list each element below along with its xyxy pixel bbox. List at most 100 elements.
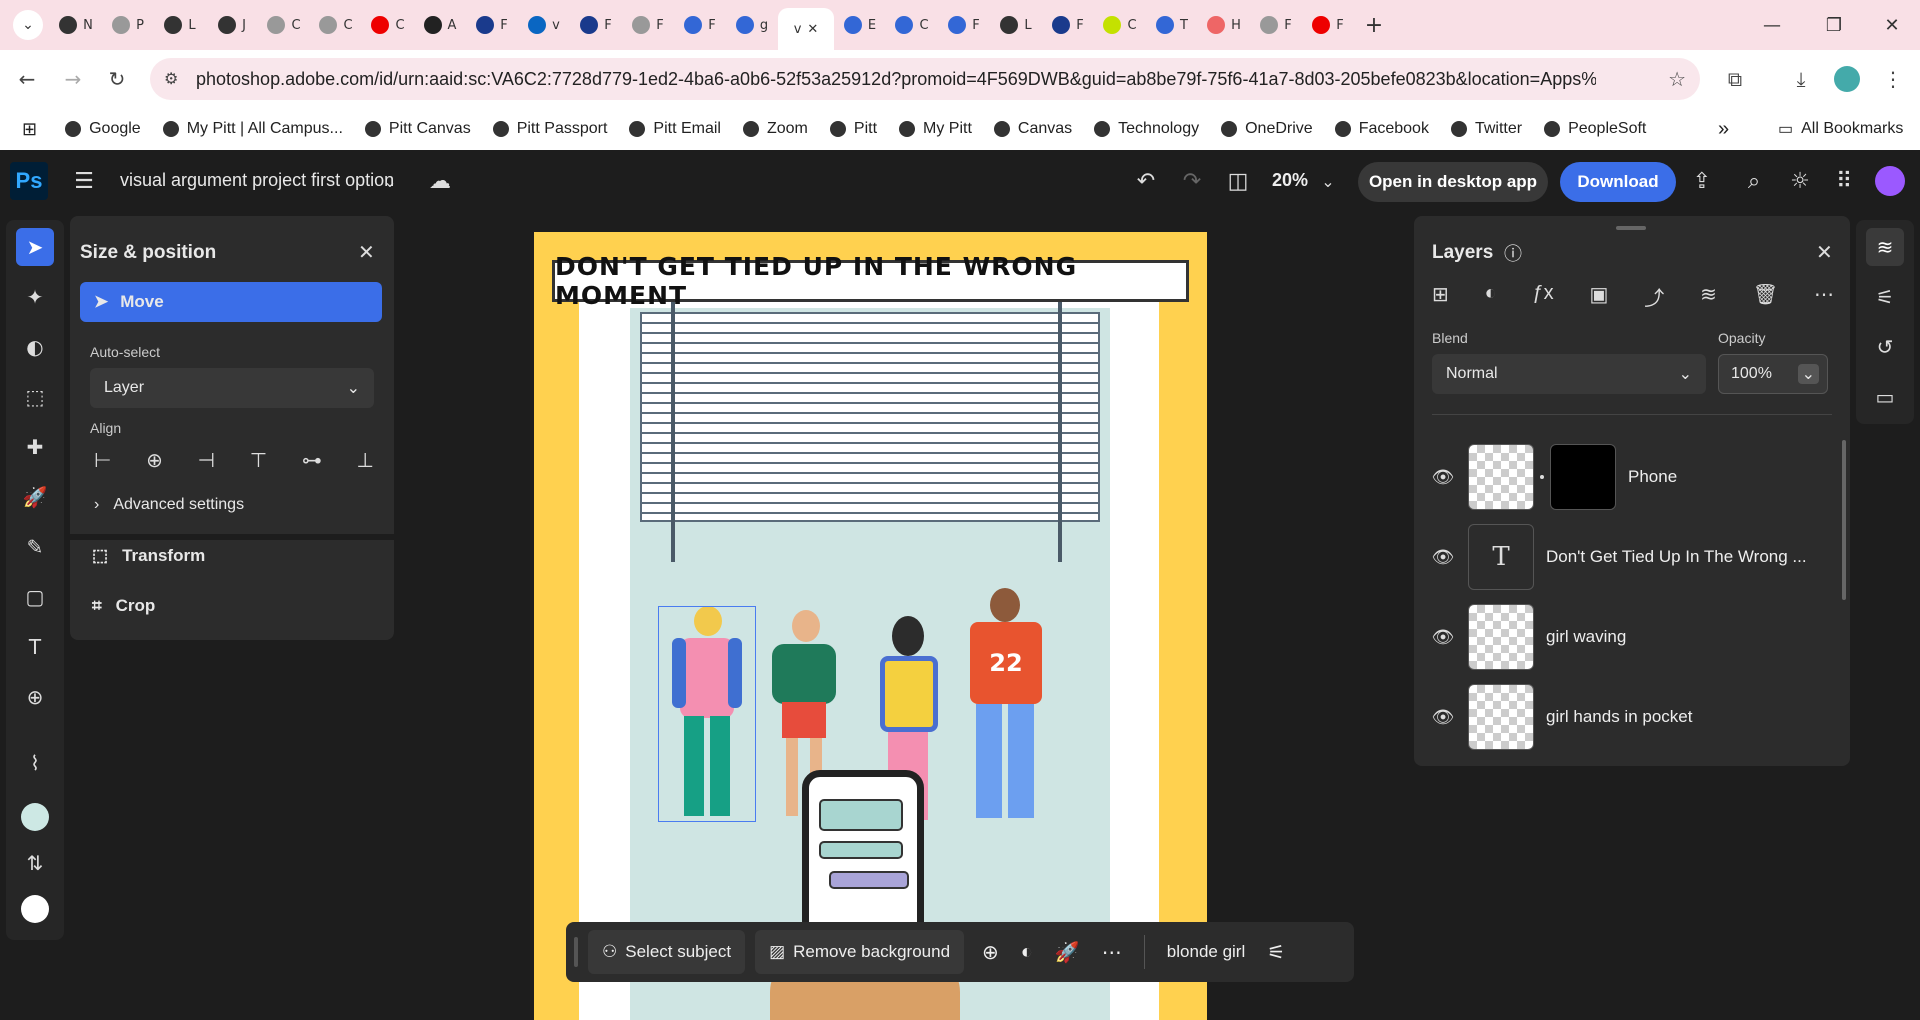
minimize-icon[interactable]: — <box>1746 0 1798 50</box>
undo-icon[interactable]: ↶ <box>1130 165 1162 197</box>
compare-icon[interactable]: ◫ <box>1222 165 1254 197</box>
bookmark-item[interactable]: Zoom <box>742 120 808 138</box>
eyedropper-icon[interactable]: ⌇ <box>16 744 54 782</box>
layer-row-girl-waving[interactable]: 👁 girl waving <box>1418 602 1808 672</box>
blend-dropdown[interactable]: Normal ⌄ <box>1432 354 1706 394</box>
cloud-sync-icon[interactable]: ☁ <box>424 165 456 197</box>
remove-background-button[interactable]: ▨ Remove background <box>755 930 965 974</box>
bookmark-item[interactable]: Facebook <box>1334 120 1429 138</box>
reload-icon[interactable]: ↻ <box>100 62 134 96</box>
browser-tab[interactable]: F <box>570 7 622 43</box>
properties-icon[interactable]: ⚟ <box>1267 940 1285 965</box>
panel-drag-handle[interactable] <box>1616 226 1646 230</box>
align-middle-v-icon[interactable]: ⊶ <box>302 448 322 473</box>
bookmark-item[interactable]: Pitt Canvas <box>364 120 471 138</box>
browser-tab[interactable]: F <box>938 7 990 43</box>
add-layer-icon[interactable]: ⊞ <box>1432 282 1449 311</box>
chevron-down-icon[interactable]: ⌄ <box>1797 364 1819 384</box>
swap-colors-icon[interactable]: ⇅ <box>16 844 54 882</box>
layer-name-label[interactable]: blonde girl <box>1167 942 1245 962</box>
adjust-icon[interactable]: ◐ <box>16 328 54 366</box>
close-icon[interactable]: ✕ <box>1816 240 1833 264</box>
background-color-swatch[interactable] <box>16 890 54 928</box>
brush-icon[interactable]: ✎ <box>16 528 54 566</box>
lightbulb-icon[interactable]: ☼ <box>1784 165 1816 197</box>
browser-tab[interactable]: g <box>726 7 778 43</box>
browser-tab[interactable]: C <box>886 7 938 43</box>
tab-search-icon[interactable]: ⌄ <box>6 7 50 43</box>
layers-scrollbar[interactable] <box>1842 440 1846 600</box>
bookmark-item[interactable]: My Pitt <box>899 120 972 138</box>
layer-row-phone[interactable]: 👁 Phone <box>1418 442 1808 512</box>
open-in-desktop-button[interactable]: Open in desktop app <box>1358 162 1548 202</box>
bookmark-item[interactable]: Pitt <box>829 120 877 138</box>
bookmark-item[interactable]: PeopleSoft <box>1544 120 1646 138</box>
adjustment-layer-icon[interactable]: ◐ <box>1485 282 1497 311</box>
hamburger-menu-icon[interactable]: ☰ <box>68 165 100 197</box>
star-icon[interactable]: ☆ <box>1668 67 1686 92</box>
info-icon[interactable]: ⓘ <box>1504 240 1522 266</box>
advanced-settings-toggle[interactable]: › Advanced settings <box>94 496 244 514</box>
chevron-down-icon[interactable]: ⌄ <box>374 165 406 197</box>
clip-icon[interactable]: ⤴ <box>1644 282 1664 311</box>
redo-icon[interactable]: ↷ <box>1176 165 1208 197</box>
type-icon[interactable]: T <box>16 628 54 666</box>
forward-icon[interactable]: → <box>56 62 90 96</box>
browser-tab[interactable]: F <box>674 7 726 43</box>
browser-tab[interactable]: F <box>1250 7 1302 43</box>
adjustments-icon[interactable]: ⚟ <box>1866 278 1904 316</box>
move-button[interactable]: ➤ Move <box>80 282 382 322</box>
bookmark-item[interactable]: Twitter <box>1450 120 1522 138</box>
browser-tab[interactable]: F <box>622 7 674 43</box>
bookmark-item[interactable]: Google <box>65 120 141 138</box>
align-top-icon[interactable]: ⊤ <box>250 448 267 473</box>
share-icon[interactable]: ⇪ <box>1686 165 1718 197</box>
all-bookmarks-folder[interactable]: ▭ All Bookmarks <box>1778 119 1903 139</box>
close-tab-icon[interactable]: ✕ <box>807 22 818 37</box>
close-window-icon[interactable]: ✕ <box>1866 0 1918 50</box>
align-center-h-icon[interactable]: ⊕ <box>146 448 163 473</box>
adjust-icon[interactable]: ◐ <box>1021 941 1033 964</box>
opacity-field[interactable]: 100% ⌄ <box>1718 354 1828 394</box>
search-icon[interactable]: ⌕ <box>1738 165 1770 197</box>
auto-select-dropdown[interactable]: Layer ⌄ <box>90 368 374 408</box>
browser-tab[interactable]: v ✕ <box>778 8 834 50</box>
ps-logo[interactable]: Ps <box>10 162 48 200</box>
crop-item[interactable]: ⌗ Crop <box>92 596 155 616</box>
quick-select-icon[interactable]: ✦ <box>16 278 54 316</box>
more-icon[interactable]: ⋯ <box>1814 282 1834 311</box>
url-field[interactable]: ⚙ photoshop.adobe.com/id/urn:aaid:sc:VA6… <box>150 58 1700 100</box>
drag-handle[interactable] <box>574 937 578 967</box>
browser-tab[interactable]: C <box>362 7 414 43</box>
browser-tab[interactable]: F <box>466 7 518 43</box>
generative-fill-icon[interactable]: ⊕ <box>982 940 999 965</box>
browser-tab[interactable]: E <box>834 7 886 43</box>
layer-row-girl-hands-in-pocket[interactable]: 👁 girl hands in pocket <box>1418 682 1808 752</box>
browser-tab[interactable]: C <box>1094 7 1146 43</box>
align-bottom-icon[interactable]: ⊥ <box>357 448 374 473</box>
back-icon[interactable]: ← <box>10 62 44 96</box>
browser-tab[interactable]: L <box>990 7 1042 43</box>
bookmark-item[interactable]: OneDrive <box>1221 120 1313 138</box>
download-button[interactable]: Download <box>1560 162 1676 202</box>
more-icon[interactable]: ⋯ <box>1102 940 1122 965</box>
align-right-icon[interactable]: ⊣ <box>198 448 215 473</box>
profile-avatar[interactable] <box>1830 62 1864 96</box>
apps-icon[interactable]: ⠿ <box>1828 165 1860 197</box>
move-tool-icon[interactable]: ➤ <box>16 228 54 266</box>
browser-tab[interactable]: L <box>154 7 206 43</box>
delete-icon[interactable]: 🗑 <box>1753 282 1778 311</box>
browser-tab[interactable]: C <box>258 7 310 43</box>
browser-tab[interactable]: v <box>518 7 570 43</box>
close-icon[interactable]: ✕ <box>358 240 375 264</box>
selection-box[interactable] <box>658 606 756 822</box>
history-icon[interactable]: ↺ <box>1866 328 1904 366</box>
layer-row-text[interactable]: 👁 T Don't Get Tied Up In The Wrong ... <box>1418 522 1808 592</box>
layer-stack-icon[interactable]: ≋ <box>1700 282 1717 311</box>
bookmark-item[interactable]: Canvas <box>993 120 1072 138</box>
user-avatar[interactable] <box>1874 165 1906 197</box>
foreground-color-swatch[interactable] <box>16 798 54 836</box>
bookmark-item[interactable]: Pitt Email <box>629 120 721 138</box>
shape-icon[interactable]: ▢ <box>16 578 54 616</box>
comments-icon[interactable]: ▭ <box>1866 378 1904 416</box>
